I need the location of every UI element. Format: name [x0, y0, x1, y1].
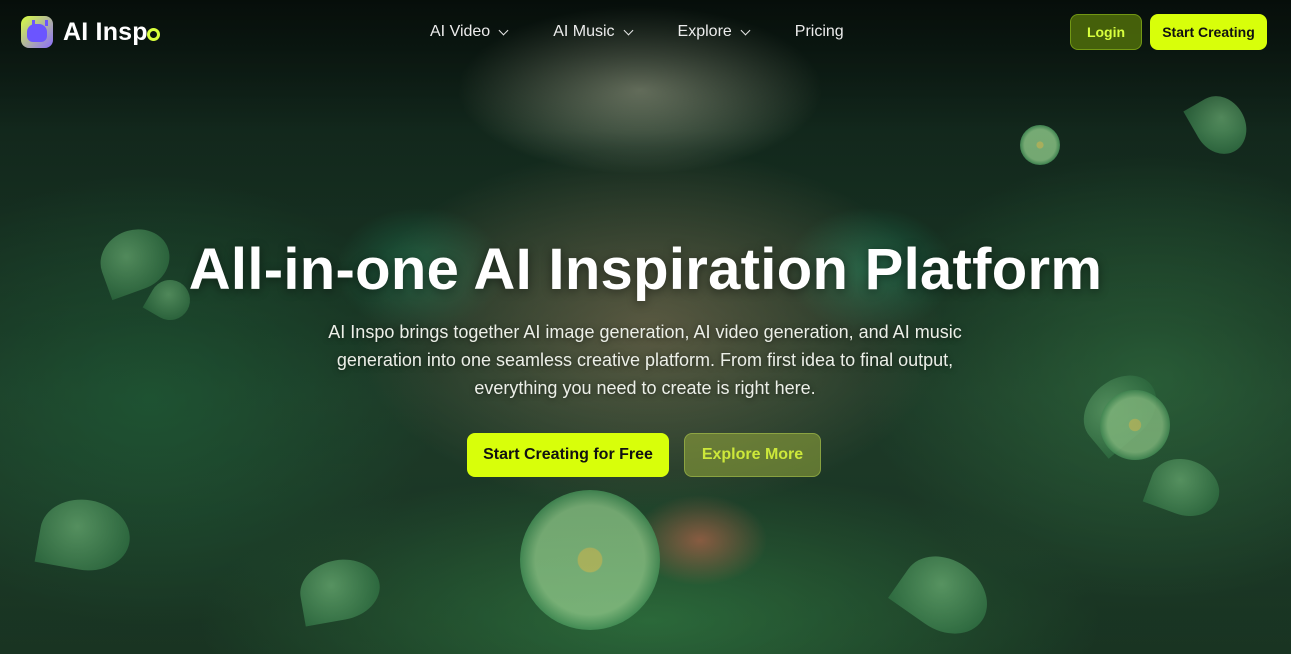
background-leaf — [34, 492, 136, 578]
logo-dot-icon — [146, 27, 160, 41]
chevron-down-icon — [623, 25, 633, 35]
hero-section: AI Inspo AI Video AI Music Explore Prici… — [0, 0, 1291, 654]
background-flower — [1020, 125, 1060, 165]
background-leaf — [295, 553, 385, 627]
hero-title: All-in-one AI Inspiration Platform — [188, 237, 1103, 302]
nav-item-ai-video[interactable]: AI Video — [430, 21, 509, 43]
nav-item-label: AI Music — [553, 23, 615, 40]
logo-wordmark: AI Inspo — [63, 18, 160, 47]
background-flower — [520, 490, 660, 630]
start-creating-button[interactable]: Start Creating — [1150, 14, 1267, 50]
background-leaf — [1183, 86, 1257, 164]
chevron-down-icon — [740, 25, 751, 35]
background-flower — [1100, 390, 1170, 460]
nav-item-label: AI Video — [430, 23, 491, 40]
main-nav: AI Video AI Music Explore Pricing — [430, 21, 844, 43]
nav-item-ai-music[interactable]: AI Music — [553, 21, 633, 43]
brand-logo[interactable]: AI Inspo — [21, 16, 160, 48]
top-navigation-bar: AI Inspo AI Video AI Music Explore Prici… — [0, 0, 1291, 64]
chevron-down-icon — [498, 25, 509, 35]
logo-icon — [21, 16, 53, 48]
login-button[interactable]: Login — [1070, 14, 1142, 50]
background-leaf — [1142, 449, 1228, 526]
hero-subtitle: AI Inspo brings together AI image genera… — [328, 322, 962, 398]
start-creating-free-button[interactable]: Start Creating for Free — [467, 433, 669, 477]
background-leaf — [888, 540, 1002, 650]
explore-more-button[interactable]: Explore More — [684, 433, 821, 477]
nav-item-pricing[interactable]: Pricing — [795, 21, 844, 43]
nav-item-label: Explore — [677, 23, 732, 40]
nav-item-explore[interactable]: Explore — [677, 21, 751, 43]
nav-item-label: Pricing — [794, 23, 844, 40]
